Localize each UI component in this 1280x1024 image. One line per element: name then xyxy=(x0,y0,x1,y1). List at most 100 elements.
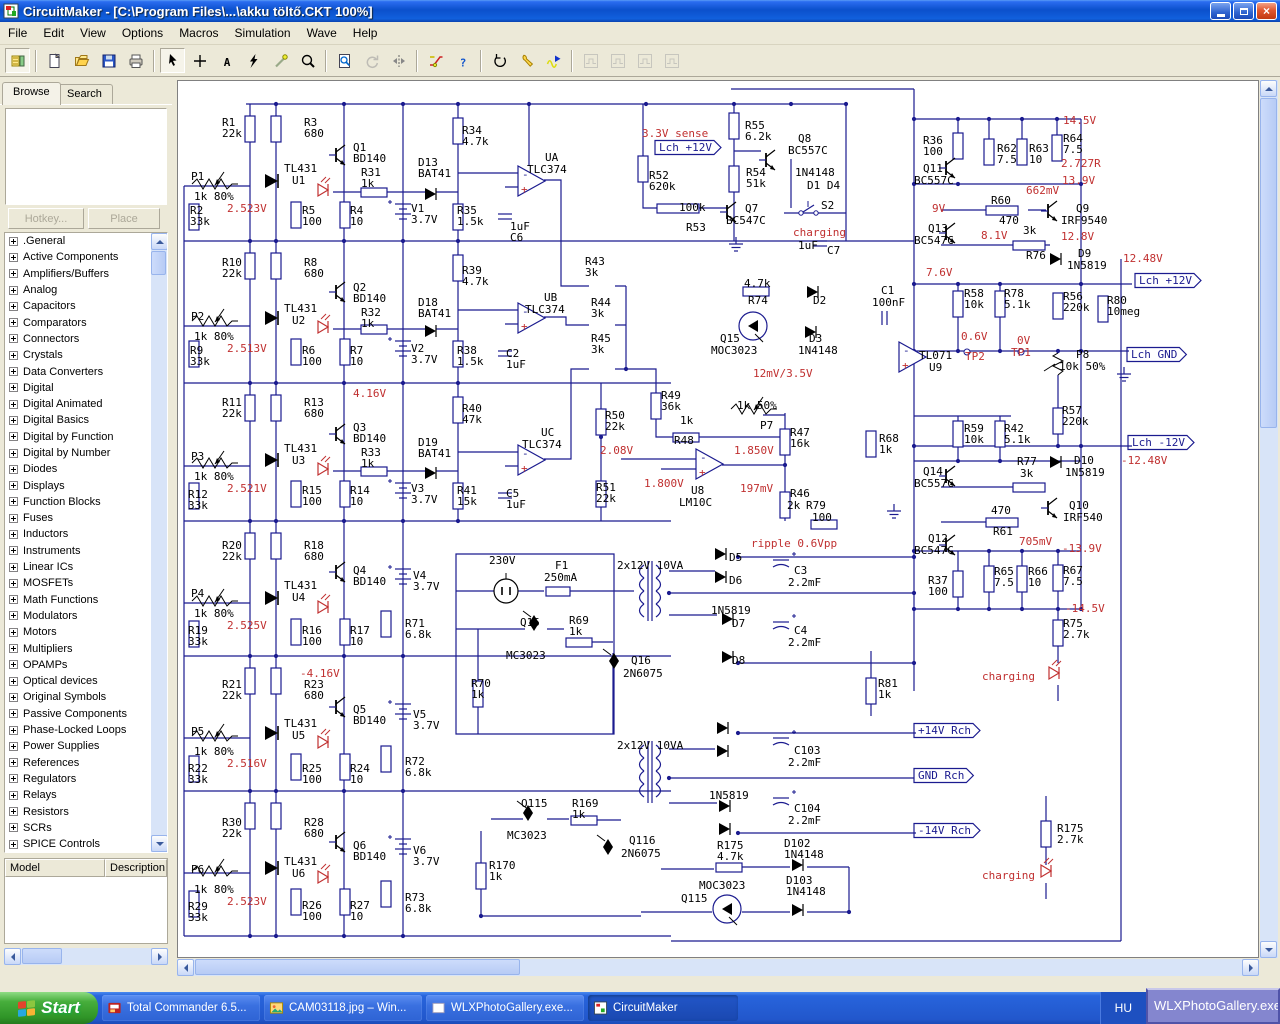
canvas-hscroll-thumb[interactable] xyxy=(195,959,520,975)
menu-item-edit[interactable]: Edit xyxy=(35,23,72,43)
title-bar[interactable]: CircuitMaker - [C:\Program Files\...\akk… xyxy=(0,0,1280,22)
sidebar-item-optical-devices[interactable]: Optical devices xyxy=(5,673,167,689)
sidebar-item-motors[interactable]: Motors xyxy=(5,624,167,640)
sidebar-item-scrs[interactable]: SCRs xyxy=(5,820,167,836)
sidebar-item-displays[interactable]: Displays xyxy=(5,477,167,493)
expand-icon[interactable] xyxy=(9,252,18,262)
sidebar-item-multipliers[interactable]: Multipliers xyxy=(5,640,167,656)
toolbar-button-mirror[interactable] xyxy=(386,48,411,73)
expand-icon[interactable] xyxy=(9,807,18,817)
expand-icon[interactable] xyxy=(9,562,18,572)
expand-icon[interactable] xyxy=(9,725,18,735)
toolbar-button-scope-3[interactable] xyxy=(632,48,657,73)
toolbar-button-cursor-tool[interactable] xyxy=(160,48,185,73)
toolbar-button-print[interactable] xyxy=(123,48,148,73)
sidebar-item-linear-ics[interactable]: Linear ICs xyxy=(5,559,167,575)
restore-button[interactable] xyxy=(1233,2,1254,20)
toolbar-button-scope-1[interactable] xyxy=(578,48,603,73)
menu-item-macros[interactable]: Macros xyxy=(171,23,226,43)
sidebar-item-digital-by-function[interactable]: Digital by Function xyxy=(5,429,167,445)
expand-icon[interactable] xyxy=(9,285,18,295)
expand-icon[interactable] xyxy=(9,399,18,409)
sidebar-item-opamps[interactable]: OPAMPs xyxy=(5,657,167,673)
expand-icon[interactable] xyxy=(9,676,18,686)
expand-icon[interactable] xyxy=(9,415,18,425)
expand-icon[interactable] xyxy=(9,758,18,768)
sidebar-item-passive-components[interactable]: Passive Components xyxy=(5,706,167,722)
toolbar-button-help-tool[interactable]: ? xyxy=(450,48,475,73)
toolbar-button-rotate[interactable] xyxy=(359,48,384,73)
close-button[interactable]: × xyxy=(1256,2,1277,20)
toolbar-button-save-file[interactable] xyxy=(96,48,121,73)
expand-icon[interactable] xyxy=(9,481,18,491)
sidebar-item-inductors[interactable]: Inductors xyxy=(5,526,167,542)
expand-icon[interactable] xyxy=(9,464,18,474)
toolbar-button-probe-tool[interactable] xyxy=(268,48,293,73)
description-column-header[interactable]: Description xyxy=(105,859,167,877)
menu-item-wave[interactable]: Wave xyxy=(299,23,345,43)
toolbar-button-delete-tool[interactable] xyxy=(241,48,266,73)
toolbar-button-reset[interactable] xyxy=(487,48,512,73)
sidebar-item-instruments[interactable]: Instruments xyxy=(5,543,167,559)
toolbar-button-scope-2[interactable] xyxy=(605,48,630,73)
expand-icon[interactable] xyxy=(9,774,18,784)
expand-icon[interactable] xyxy=(9,497,18,507)
sidebar-item-active-components[interactable]: Active Components xyxy=(5,249,167,265)
toolbar-button-digital-switch[interactable] xyxy=(423,48,448,73)
expand-icon[interactable] xyxy=(9,595,18,605)
tab-search[interactable]: Search xyxy=(56,84,113,105)
sidebar-item-digital-basics[interactable]: Digital Basics xyxy=(5,412,167,428)
expand-icon[interactable] xyxy=(9,578,18,588)
expand-icon[interactable] xyxy=(9,383,18,393)
canvas-vscroll-thumb[interactable] xyxy=(1260,98,1277,428)
scroll-left-arrow[interactable] xyxy=(177,959,194,976)
expand-icon[interactable] xyxy=(9,318,18,328)
sidebar-item-digital[interactable]: Digital xyxy=(5,380,167,396)
sidebar-item-capacitors[interactable]: Capacitors xyxy=(5,298,167,314)
sidebar-horizontal-scrollbar[interactable] xyxy=(4,948,168,965)
tree-scrollbar[interactable] xyxy=(151,233,167,852)
scroll-right-arrow[interactable] xyxy=(151,948,168,965)
task-button-circuitmaker[interactable]: CircuitMaker xyxy=(588,995,738,1021)
tree-scroll-thumb[interactable] xyxy=(151,251,166,275)
minimize-button[interactable] xyxy=(1210,2,1231,20)
sidebar-item-comparators[interactable]: Comparators xyxy=(5,314,167,330)
sidebar-item-mosfets[interactable]: MOSFETs xyxy=(5,575,167,591)
expand-icon[interactable] xyxy=(9,839,18,849)
expand-icon[interactable] xyxy=(9,709,18,719)
sidebar-item-digital-animated[interactable]: Digital Animated xyxy=(5,396,167,412)
canvas-vertical-scrollbar[interactable] xyxy=(1260,80,1278,958)
scroll-down-arrow[interactable] xyxy=(151,835,167,852)
toolbar-button-zoom-tool[interactable] xyxy=(295,48,320,73)
scroll-up-arrow[interactable] xyxy=(1260,80,1277,97)
sidebar-item-math-functions[interactable]: Math Functions xyxy=(5,592,167,608)
expand-icon[interactable] xyxy=(9,432,18,442)
sidebar-item-spice-controls[interactable]: SPICE Controls xyxy=(5,836,167,852)
menu-item-options[interactable]: Options xyxy=(114,23,171,43)
menu-item-file[interactable]: File xyxy=(0,23,35,43)
sidebar-item-power-supplies[interactable]: Power Supplies xyxy=(5,738,167,754)
sidebar-item-digital-by-number[interactable]: Digital by Number xyxy=(5,445,167,461)
sidebar-item-amplifiers-buffers[interactable]: Amplifiers/Buffers xyxy=(5,266,167,282)
expand-icon[interactable] xyxy=(9,627,18,637)
sidebar-item-function-blocks[interactable]: Function Blocks xyxy=(5,494,167,510)
toolbar-button-text-tool[interactable]: A xyxy=(214,48,239,73)
sidebar-item-connectors[interactable]: Connectors xyxy=(5,331,167,347)
sidebar-item-modulators[interactable]: Modulators xyxy=(5,608,167,624)
expand-icon[interactable] xyxy=(9,448,18,458)
expand-icon[interactable] xyxy=(9,823,18,833)
sidebar-item-crystals[interactable]: Crystals xyxy=(5,347,167,363)
menu-item-help[interactable]: Help xyxy=(345,23,386,43)
expand-icon[interactable] xyxy=(9,660,18,670)
expand-icon[interactable] xyxy=(9,644,18,654)
sidebar-item-data-converters[interactable]: Data Converters xyxy=(5,363,167,379)
toolbar-button-options-wrench[interactable] xyxy=(514,48,539,73)
tab-browse[interactable]: Browse xyxy=(2,82,61,105)
sidebar-item-relays[interactable]: Relays xyxy=(5,787,167,803)
toolbar-button-simulation-probe[interactable] xyxy=(541,48,566,73)
expand-icon[interactable] xyxy=(9,692,18,702)
sidebar-item-regulators[interactable]: Regulators xyxy=(5,771,167,787)
toolbar-button-new-file[interactable] xyxy=(42,48,67,73)
expand-icon[interactable] xyxy=(9,529,18,539)
canvas-horizontal-scrollbar[interactable] xyxy=(177,959,1259,976)
